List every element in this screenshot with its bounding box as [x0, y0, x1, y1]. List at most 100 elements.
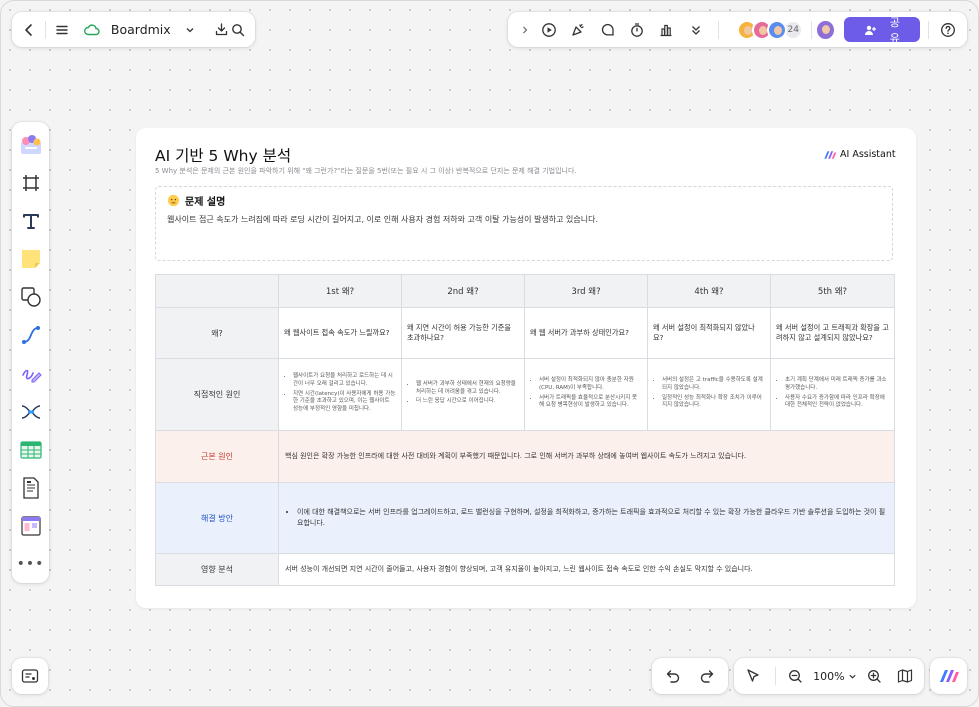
- row-label: 왜?: [155, 307, 279, 359]
- vote-icon[interactable]: [652, 15, 681, 45]
- text-icon: [22, 214, 39, 230]
- celebrate-icon[interactable]: [564, 15, 593, 45]
- board-name-dropdown[interactable]: Boardmix: [77, 15, 205, 45]
- more-dots-icon: •••: [16, 555, 45, 572]
- frame-icon: [22, 175, 39, 192]
- list-item: 서버가 트래픽을 효율적으로 분산시키지 못해 요청 병목현상이 발생하고 있습…: [539, 395, 642, 411]
- zoom-in-icon[interactable]: [863, 669, 885, 684]
- table-cell[interactable]: 서버 설정이 최적화되지 않아 충분한 자원(CPU, RAM)이 부족합니다.…: [524, 358, 648, 431]
- table-header: 1st 왜?: [278, 274, 402, 308]
- cloud-saved-icon: [77, 15, 107, 45]
- collaborator-avatars[interactable]: 24: [737, 19, 804, 40]
- table-header: 4th 왜?: [647, 274, 771, 308]
- table-cell[interactable]: 서버의 설정은 고 traffic을 수용하도록 설계되지 않았습니다. 일정적…: [647, 358, 771, 431]
- zoom-level-dropdown[interactable]: 100%: [813, 670, 856, 683]
- table-cell[interactable]: 왜 웹사이트 접속 속도가 느릴까요?: [278, 307, 402, 359]
- table-cell[interactable]: 왜 서버 설정이 고 트래픽과 확장을 고려하지 않고 설계되지 않았나요?: [770, 307, 895, 359]
- document-tool[interactable]: [12, 469, 49, 507]
- redo-icon[interactable]: [699, 668, 715, 684]
- zoom-level: 100%: [813, 669, 845, 683]
- table-cell[interactable]: 웹사이트가 요청을 처리하고 로드하는 데 시간이 너무 오래 걸리고 있습니다…: [278, 358, 402, 431]
- divider: [928, 20, 930, 39]
- text-tool[interactable]: [12, 202, 49, 240]
- table-cell[interactable]: 초기 계획 단계에서 미래 트래픽 증가를 과소평가했습니다. 사용자 수요가 …: [770, 358, 895, 431]
- list-item: 서버의 설정은 고 traffic을 수용하도록 설계되지 않았습니다.: [662, 377, 765, 393]
- download-icon[interactable]: [213, 15, 230, 45]
- thinking-face-icon: [167, 194, 180, 207]
- templates-tool[interactable]: [12, 126, 49, 164]
- list-item: 사용자 수요가 증가함에 따라 인프라 확장에 대한 전체적인 전략이 없었습니…: [785, 395, 889, 411]
- table-header-row: 1st 왜? 2nd 왜? 3rd 왜? 4th 왜? 5th 왜?: [155, 274, 895, 308]
- problem-heading: 문제 설명: [167, 193, 225, 208]
- row-label: 근본 원인: [155, 430, 279, 483]
- kanban-tool[interactable]: [12, 507, 49, 545]
- list-item: 더 느린 응답 시간으로 이어집니다.: [416, 398, 519, 406]
- user-avatar[interactable]: [815, 18, 836, 41]
- table-cell[interactable]: 이에 대한 해결책으로는 서버 인프라를 업그레이드하고, 로드 밸런싱을 구현…: [278, 482, 895, 554]
- templates-icon: [20, 135, 41, 155]
- table-cell[interactable]: 웹 서버가 과부하 상태에서 현재의 요청량을 처리하는 데 어려움을 겪고 있…: [401, 358, 525, 431]
- table-header: 3rd 왜?: [524, 274, 648, 308]
- minimap-button[interactable]: [12, 658, 48, 694]
- pen-tool[interactable]: [12, 354, 49, 392]
- table-row-root-cause: 근본 원인 핵심 원인은 확장 가능한 인프라에 대한 사전 대비와 계획이 부…: [155, 430, 895, 483]
- chevron-down-icon: [175, 15, 205, 45]
- search-icon[interactable]: [230, 15, 247, 45]
- avatar: [767, 19, 788, 40]
- table-icon: [19, 441, 42, 459]
- mindmap-tool[interactable]: [12, 393, 49, 431]
- ai-assistant-badge: AI Assistant: [823, 149, 896, 160]
- sticky-note-tool[interactable]: [12, 240, 49, 278]
- chevron-right-icon[interactable]: [516, 15, 534, 45]
- list-item: 일정적인 성능 최적화나 확장 조치가 이루어지지 않았습니다.: [662, 395, 765, 411]
- ai-logo-icon: [939, 670, 959, 682]
- list-item: 서버 설정이 최적화되지 않아 충분한 자원(CPU, RAM)이 부족합니다.: [539, 377, 642, 393]
- zoom-out-icon[interactable]: [784, 669, 806, 684]
- chevron-down-icon: [848, 672, 857, 681]
- expand-more-icon[interactable]: [681, 15, 710, 45]
- top-right-toolbar: 24 공유: [508, 12, 967, 47]
- list-item: 웹 서버가 과부하 상태에서 현재의 요청량을 처리하는 데 어려움을 겪고 있…: [416, 381, 519, 397]
- present-play-icon[interactable]: [534, 15, 563, 45]
- help-icon[interactable]: [937, 15, 959, 45]
- list-item: 웹사이트가 요청을 처리하고 로드하는 데 시간이 너무 오래 걸리고 있습니다…: [293, 373, 396, 389]
- table-row-why: 왜? 왜 웹사이트 접속 속도가 느릴까요? 왜 지연 시간이 허용 가능한 기…: [155, 307, 895, 359]
- more-tools[interactable]: •••: [12, 545, 49, 583]
- select-cursor-icon[interactable]: [740, 668, 766, 684]
- problem-box[interactable]: 문제 설명 웹사이트 접근 속도가 느려짐에 따라 로딩 시간이 길어지고, 이…: [155, 186, 893, 261]
- left-toolbar: •••: [12, 122, 49, 583]
- map-icon[interactable]: [892, 669, 918, 683]
- shape-icon: [20, 287, 41, 308]
- comment-icon[interactable]: [593, 15, 622, 45]
- table-cell[interactable]: 왜 웹 서버가 과부하 상태인가요?: [524, 307, 648, 359]
- connector-tool[interactable]: [12, 316, 49, 354]
- ai-button[interactable]: [930, 658, 967, 694]
- five-why-table: 1st 왜? 2nd 왜? 3rd 왜? 4th 왜? 5th 왜? 왜? 왜 …: [155, 274, 895, 586]
- list-item: 이에 대한 해결책으로는 서버 인프라를 업그레이드하고, 로드 밸런싱을 구현…: [297, 507, 888, 529]
- table-cell[interactable]: 왜 서버 설정이 최적화되지 않았나요?: [647, 307, 771, 359]
- table-cell[interactable]: 서버 성능이 개선되면 지연 시간이 줄어들고, 사용자 경험이 향상되며, 고…: [278, 553, 895, 586]
- back-arrow-icon[interactable]: [20, 15, 37, 45]
- problem-text: 웹사이트 접근 속도가 느려짐에 따라 로딩 시간이 길어지고, 이로 인해 사…: [167, 215, 599, 224]
- timer-icon[interactable]: [622, 15, 651, 45]
- connector-icon: [21, 326, 40, 345]
- undo-icon[interactable]: [665, 668, 681, 684]
- shape-tool[interactable]: [12, 278, 49, 316]
- share-button[interactable]: 공유: [843, 16, 921, 45]
- menu-icon[interactable]: [54, 15, 71, 45]
- table-row-direct-cause: 직접적인 원인 웹사이트가 요청을 처리하고 로드하는 데 시간이 너무 오래 …: [155, 358, 895, 431]
- frame-tool[interactable]: [12, 164, 49, 202]
- table-cell[interactable]: 왜 지연 시간이 허용 가능한 기준을 초과하나요?: [401, 307, 525, 359]
- pen-icon: [21, 369, 42, 382]
- table-cell[interactable]: 핵심 원인은 확장 가능한 인프라에 대한 사전 대비와 계획이 부족했기 때문…: [278, 430, 895, 483]
- board-name: Boardmix: [110, 22, 171, 37]
- canvas-card[interactable]: AI 기반 5 Why 분석 5 Why 분석은 문제의 근본 원인을 파악하기…: [136, 128, 916, 608]
- row-label: 해결 방안: [155, 482, 279, 554]
- list-item: 초기 계획 단계에서 미래 트래픽 증가를 과소평가했습니다.: [785, 377, 889, 393]
- divider: [774, 667, 776, 685]
- table-tool[interactable]: [12, 431, 49, 469]
- row-label: 직접적인 원인: [155, 358, 279, 431]
- divider: [718, 20, 720, 39]
- minimap-icon: [21, 669, 39, 683]
- table-header: [155, 274, 279, 308]
